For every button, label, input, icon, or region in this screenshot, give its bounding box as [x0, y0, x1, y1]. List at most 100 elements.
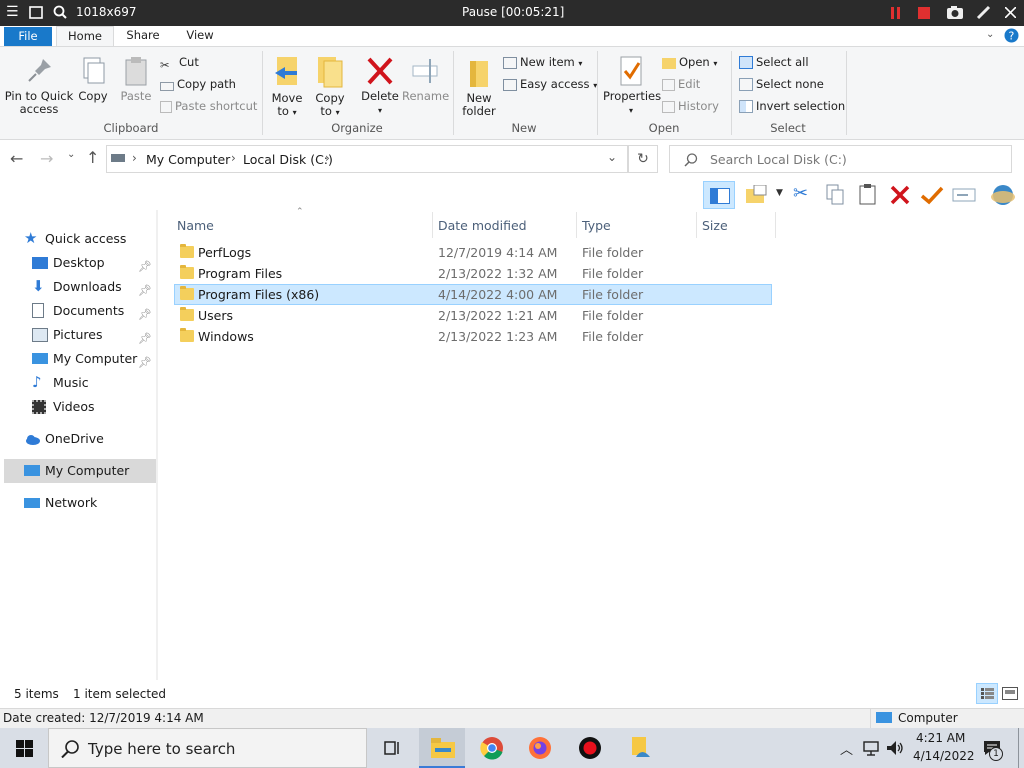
invert-selection-button[interactable]: Invert selection	[739, 96, 845, 116]
nav-documents[interactable]: Documents 📌︎	[32, 300, 156, 322]
address-bar[interactable]: › My Computer › Local Disk (C:) › ⌄	[106, 145, 628, 173]
tab-file[interactable]: File	[4, 27, 52, 46]
copy-toolbar-icon[interactable]	[826, 184, 846, 206]
forward-arrow-icon[interactable]: →	[40, 149, 53, 168]
column-divider[interactable]	[775, 212, 776, 238]
chevron-down-icon[interactable]: ⌄	[986, 29, 994, 40]
recent-locations-icon[interactable]: ⌄	[67, 149, 75, 160]
nav-my-computer-pinned[interactable]: My Computer 📌︎	[32, 348, 156, 370]
taskbar-search-input[interactable]: Type here to search	[48, 728, 367, 768]
up-arrow-icon[interactable]: ↑	[86, 148, 99, 167]
paste-toolbar-icon[interactable]	[858, 183, 878, 205]
column-divider[interactable]	[432, 212, 433, 238]
network-globe-icon[interactable]	[990, 183, 1016, 207]
new-folder-button[interactable]: New folder	[459, 55, 499, 118]
camera-icon[interactable]	[946, 5, 964, 20]
screen-recorder-icon[interactable]	[578, 736, 602, 760]
select-all-button[interactable]: Select all	[739, 52, 809, 72]
breadcrumb-my-computer[interactable]: My Computer	[146, 152, 230, 167]
column-header-size[interactable]: Size	[702, 214, 728, 238]
pin-icon[interactable]: 📌︎	[138, 352, 152, 374]
copy-button[interactable]: Copy	[76, 55, 110, 103]
search-input[interactable]: Search Local Disk (C:)	[669, 145, 1012, 173]
tab-share[interactable]: Share	[118, 26, 168, 46]
menu-icon[interactable]: ☰	[6, 4, 19, 20]
nav-my-computer[interactable]: My Computer	[4, 459, 156, 483]
pin-icon[interactable]: 📌︎	[138, 280, 152, 302]
windows-start-icon[interactable]	[16, 740, 33, 757]
pin-to-quick-access-button[interactable]: Pin to Quick access	[4, 55, 74, 116]
photos-app-icon[interactable]	[630, 737, 652, 759]
paste-button[interactable]: Paste	[117, 55, 155, 103]
back-arrow-icon[interactable]: ←	[10, 149, 23, 168]
firefox-icon[interactable]	[528, 736, 552, 760]
pin-icon[interactable]: 📌︎	[138, 256, 152, 278]
cut-icon[interactable]: ✂	[793, 183, 808, 204]
delete-toolbar-icon[interactable]	[890, 185, 910, 205]
table-row[interactable]: Program Files 2/13/2022 1:32 AM File folde…	[174, 263, 772, 284]
dropdown-arrow-icon[interactable]: ▼	[776, 188, 783, 198]
close-icon[interactable]	[1005, 7, 1016, 18]
large-icons-view-icon[interactable]	[1002, 687, 1018, 700]
open-button[interactable]: Open ▾	[662, 52, 717, 72]
column-divider[interactable]	[696, 212, 697, 238]
properties-button[interactable]: Properties ▾	[603, 55, 661, 117]
clock-date[interactable]: 4/14/2022	[913, 749, 975, 763]
chevron-down-icon[interactable]: ⌄	[607, 150, 617, 164]
nav-downloads[interactable]: ⬇ Downloads 📌︎	[32, 276, 156, 298]
nav-network[interactable]: Network	[24, 492, 156, 514]
rename-button[interactable]: Rename	[402, 55, 449, 103]
pause-icon[interactable]	[890, 7, 902, 19]
nav-music[interactable]: ♪ Music	[32, 372, 156, 394]
chevron-up-icon[interactable]: ︿	[840, 739, 853, 758]
network-tray-icon[interactable]	[863, 741, 881, 757]
history-button[interactable]: History	[662, 96, 719, 116]
column-divider[interactable]	[576, 212, 577, 238]
column-header-name[interactable]: Name	[177, 214, 214, 238]
table-row[interactable]: Windows 2/13/2022 1:23 AM File folder	[174, 326, 772, 347]
breadcrumb-local-disk[interactable]: Local Disk (C:)	[243, 152, 333, 167]
new-folder-toolbar-icon[interactable]	[745, 185, 769, 205]
refresh-icon[interactable]: ↻	[628, 145, 658, 173]
copy-to-button[interactable]: Copy to ▾	[311, 55, 349, 119]
volume-icon[interactable]	[886, 740, 904, 756]
notification-center-button[interactable]: 1	[983, 740, 1003, 761]
table-row[interactable]: Users 2/13/2022 1:21 AM File folder	[174, 305, 772, 326]
nav-onedrive[interactable]: OneDrive	[24, 428, 156, 450]
zoom-icon[interactable]	[53, 5, 67, 20]
nav-desktop[interactable]: Desktop 📌︎	[32, 252, 156, 274]
delete-button[interactable]: Delete ▾	[359, 55, 401, 117]
window-icon[interactable]	[29, 6, 43, 19]
checkmark-icon[interactable]	[920, 185, 944, 205]
preview-pane-button[interactable]	[703, 181, 735, 209]
paste-shortcut-button[interactable]: Paste shortcut	[160, 96, 257, 116]
move-to-button[interactable]: Move to ▾	[268, 55, 306, 119]
rename-toolbar-icon[interactable]	[952, 187, 976, 203]
stop-icon[interactable]	[918, 7, 930, 19]
copy-path-button[interactable]: Copy path	[160, 74, 236, 94]
chrome-icon[interactable]	[480, 736, 504, 760]
pin-icon[interactable]: 📌︎	[138, 328, 152, 350]
pen-icon[interactable]	[976, 5, 991, 20]
details-view-button[interactable]	[976, 683, 998, 704]
cut-button[interactable]: ✂ Cut	[160, 52, 199, 72]
task-view-icon[interactable]	[383, 739, 401, 757]
pin-icon[interactable]: 📌︎	[138, 304, 152, 326]
clock-time[interactable]: 4:21 AM	[916, 731, 965, 745]
show-desktop-button[interactable]	[1018, 728, 1019, 768]
table-row[interactable]: PerfLogs 12/7/2019 4:14 AM File folder	[174, 242, 772, 263]
nav-videos[interactable]: Videos	[32, 396, 156, 418]
easy-access-button[interactable]: Easy access ▾	[503, 74, 597, 94]
tab-home[interactable]: Home	[56, 26, 114, 47]
help-icon[interactable]: ?	[1004, 28, 1019, 43]
edit-button[interactable]: Edit	[662, 74, 700, 94]
column-header-date[interactable]: Date modified	[438, 214, 527, 238]
table-row[interactable]: Program Files (x86) 4/14/2022 4:00 AM File…	[174, 284, 772, 305]
new-item-button[interactable]: New item ▾	[503, 52, 582, 72]
taskbar-file-explorer[interactable]	[419, 728, 465, 768]
select-none-button[interactable]: Select none	[739, 74, 824, 94]
tab-view[interactable]: View	[176, 26, 224, 46]
nav-pictures[interactable]: Pictures 📌︎	[32, 324, 156, 346]
column-header-type[interactable]: Type	[582, 214, 611, 238]
nav-quick-access[interactable]: ★ Quick access	[24, 228, 154, 250]
